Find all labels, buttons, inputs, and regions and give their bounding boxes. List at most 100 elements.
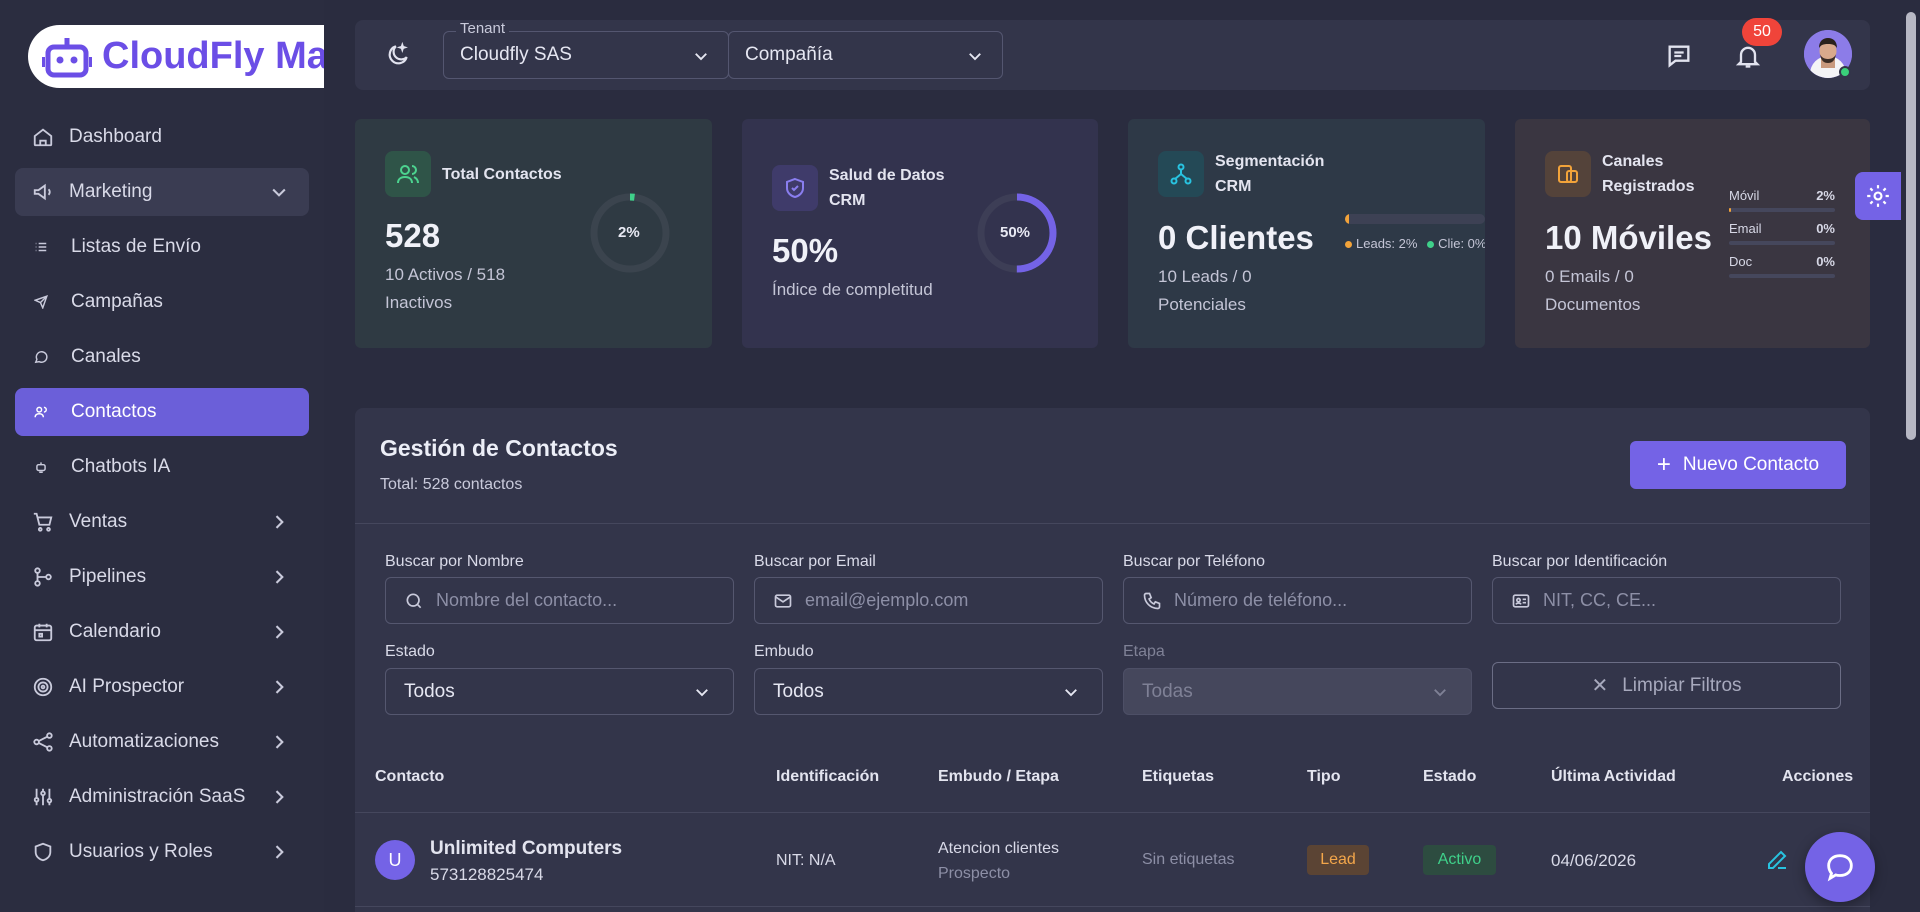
plus-icon: + — [1656, 451, 1671, 478]
stat-card-segment: Segmentación CRM 0 Clientes 10 Leads / 0… — [1128, 119, 1485, 348]
share-icon — [31, 730, 55, 754]
sidebar-item-label: Canales — [71, 346, 141, 367]
bell-icon[interactable] — [1734, 42, 1762, 70]
contacts-panel: Gestión de Contactos Total: 528 contacto… — [355, 408, 1870, 912]
segment-progress-bar — [1345, 214, 1485, 224]
stage-select-value: Todas — [1142, 680, 1193, 702]
legend-leads: Leads: 2% — [1356, 236, 1418, 251]
search-email-placeholder: email@ejemplo.com — [805, 590, 969, 610]
tenant-select[interactable]: Tenant Cloudfly SAS — [443, 20, 729, 79]
contact-phone: 573128825474 — [430, 865, 544, 884]
sidebar-item-chatbots[interactable]: Chatbots IA — [15, 443, 309, 491]
search-id-input[interactable]: NIT, CC, CE... — [1492, 577, 1841, 624]
page-title: Gestión de Contactos — [380, 435, 618, 461]
contact-last-activity: 04/06/2026 — [1551, 851, 1637, 870]
progress-ring-label: 2% — [618, 224, 640, 241]
status-select[interactable]: Todos — [385, 668, 734, 715]
sidebar-item-label: Ventas — [69, 511, 128, 532]
sidebar-item-ai-prospector[interactable]: AI Prospector — [15, 663, 309, 711]
chevron-down-icon — [969, 53, 981, 61]
search-phone-placeholder: Número de teléfono... — [1174, 590, 1348, 610]
sidebar-item-dashboard[interactable]: Dashboard — [15, 113, 309, 161]
type-badge: Lead — [1307, 845, 1369, 875]
sidebar-item-canales[interactable]: Canales — [15, 333, 309, 381]
filter-email-label: Buscar por Email — [754, 553, 876, 570]
branch-icon — [31, 565, 55, 589]
column-header-tipo[interactable]: Tipo — [1307, 768, 1340, 786]
sidebar-item-automatizaciones[interactable]: Automatizaciones — [15, 718, 309, 766]
filter-id-label: Buscar por Identificación — [1492, 553, 1668, 570]
company-value: Compañía — [745, 44, 833, 65]
chat-bubble-icon — [1827, 854, 1853, 882]
chevron-down-icon — [1065, 689, 1077, 697]
channel-value: 2% — [1816, 188, 1835, 203]
channel-bar-fill — [1729, 208, 1732, 212]
chevron-right-icon — [275, 790, 284, 804]
sidebar-item-calendario[interactable]: Calendario — [15, 608, 309, 656]
sidebar-item-listas-envio[interactable]: Listas de Envío — [15, 223, 309, 271]
search-icon — [406, 593, 422, 608]
sidebar-item-admin-saas[interactable]: Administración SaaS — [15, 773, 309, 821]
funnel-select[interactable]: Todos — [754, 668, 1103, 715]
divider — [355, 523, 1870, 524]
search-email-input[interactable]: email@ejemplo.com — [754, 577, 1103, 624]
column-header-etiquetas[interactable]: Etiquetas — [1142, 768, 1214, 786]
chevron-right-icon — [275, 625, 284, 639]
contact-avatar: U — [375, 840, 415, 880]
message-icon[interactable] — [1665, 42, 1693, 70]
column-header-embudo[interactable]: Embudo / Etapa — [938, 768, 1059, 786]
leads-dot — [1345, 241, 1352, 249]
sidebar-item-label: Administración SaaS — [69, 786, 246, 807]
sidebar-item-label: Chatbots IA — [71, 456, 171, 477]
sidebar-item-pipelines[interactable]: Pipelines — [15, 553, 309, 601]
id-card-icon — [1512, 593, 1530, 608]
clear-filters-label: Limpiar Filtros — [1622, 674, 1742, 696]
contact-name[interactable]: Unlimited Computers — [430, 838, 622, 860]
clients-dot — [1427, 241, 1435, 249]
sidebar-item-label: Contactos — [71, 401, 157, 422]
users-icon — [385, 151, 431, 197]
robot-logo-icon — [42, 37, 92, 77]
segment-progress-fill — [1345, 214, 1350, 224]
search-phone-input[interactable]: Número de teléfono... — [1123, 577, 1472, 624]
channel-bar — [1729, 274, 1835, 278]
moon-icon[interactable] — [385, 42, 411, 68]
sidebar-item-usuarios-roles[interactable]: Usuarios y Roles — [15, 828, 309, 876]
brand-logo[interactable]: CloudFly Ma — [28, 25, 324, 88]
chevron-right-icon — [275, 735, 284, 749]
column-header-ultima-actividad[interactable]: Última Actividad — [1551, 768, 1676, 786]
sidebar-item-label: Listas de Envío — [71, 236, 201, 257]
column-header-identificacion[interactable]: Identificación — [776, 768, 879, 786]
mail-icon — [774, 593, 792, 608]
channel-name: Móvil — [1729, 188, 1760, 203]
scrollbar-thumb[interactable] — [1906, 12, 1916, 440]
column-header-contacto[interactable]: Contacto — [375, 768, 444, 786]
new-contact-button[interactable]: + Nuevo Contacto — [1630, 441, 1846, 489]
company-select[interactable]: Compañía — [728, 31, 1003, 79]
tenant-legend: Tenant — [456, 20, 510, 37]
megaphone-icon — [31, 180, 55, 204]
sidebar-item-contactos[interactable]: Contactos — [15, 388, 309, 436]
filter-phone-label: Buscar por Teléfono — [1123, 553, 1266, 570]
stat-title: Segmentación CRM — [1215, 153, 1325, 195]
clear-filters-button[interactable]: ✕ Limpiar Filtros — [1492, 662, 1841, 709]
chevron-right-icon — [275, 845, 284, 859]
top-bar: Tenant Cloudfly SAS Compañía 50 — [355, 18, 1870, 90]
online-status-dot — [1839, 66, 1851, 78]
chat-support-button[interactable] — [1805, 832, 1875, 902]
funnel-select-value: Todos — [773, 680, 824, 702]
sidebar-item-ventas[interactable]: Ventas — [15, 498, 309, 546]
sidebar-item-campanas[interactable]: Campañas — [15, 278, 309, 326]
segment-legend: Leads: 2% Clie: 0% — [1345, 236, 1485, 251]
chevron-down-icon — [695, 53, 707, 61]
sidebar-item-label: Automatizaciones — [69, 731, 219, 752]
stat-card-contacts: Total Contactos 528 10 Activos / 518 Ina… — [355, 119, 712, 348]
settings-gear-button[interactable] — [1855, 172, 1901, 220]
search-name-input[interactable]: Nombre del contacto... — [385, 577, 734, 624]
edit-icon[interactable] — [1765, 848, 1789, 872]
column-header-estado[interactable]: Estado — [1423, 768, 1476, 786]
filter-funnel-label: Embudo — [754, 643, 814, 660]
calendar-icon — [31, 620, 55, 644]
sidebar-item-marketing[interactable]: Marketing — [15, 168, 309, 216]
chevron-down-icon — [696, 689, 708, 697]
